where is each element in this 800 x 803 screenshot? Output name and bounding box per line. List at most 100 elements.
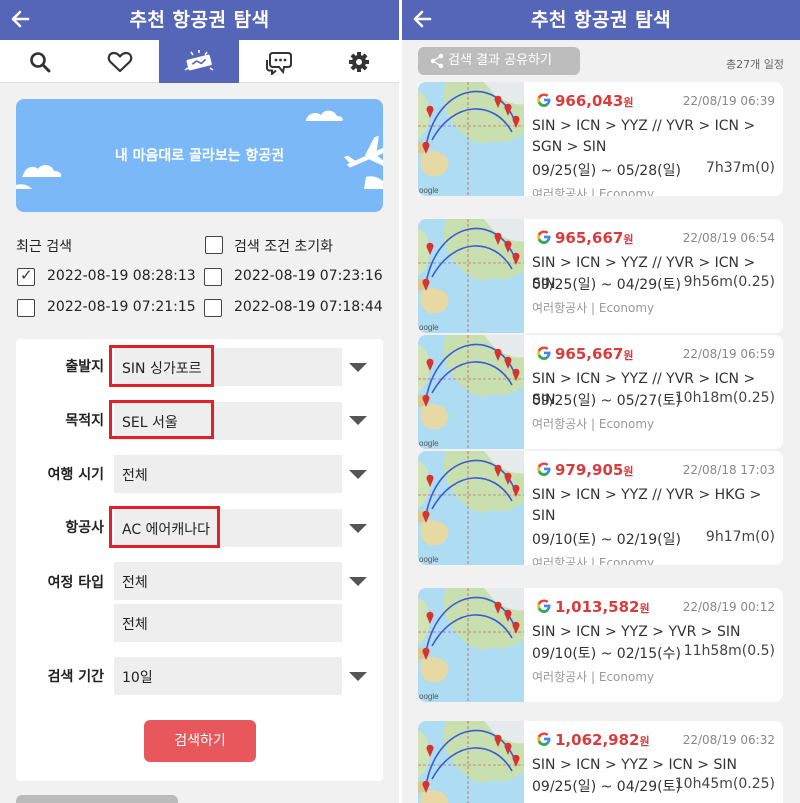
price-unit: 원	[623, 465, 634, 478]
svg-text:oogle: oogle	[419, 555, 439, 564]
google-icon	[536, 345, 552, 365]
total-count: 총27개 일정	[726, 58, 784, 71]
chevron-down-icon[interactable]	[349, 416, 367, 425]
highlight-box	[109, 345, 214, 387]
recent-checkbox-3[interactable]	[17, 299, 35, 317]
trip-type-select[interactable]: 전체	[114, 562, 342, 600]
flight-duration: 7h37m(0)	[705, 160, 775, 176]
recent-checkbox-4[interactable]	[204, 299, 222, 317]
result-card[interactable]: oogle 979,905원 22/08/18 17:03 SIN > ICN > …	[418, 451, 783, 565]
travel-period: 09/25(일) ~ 04/29(토)	[532, 779, 681, 795]
result-card[interactable]: oogle 965,667원 22/08/19 06:54 SIN > ICN > …	[418, 219, 783, 333]
price-unit: 원	[639, 735, 650, 748]
google-icon	[536, 731, 552, 751]
reset-label: 검색 조건 초기화	[234, 239, 334, 255]
result-card[interactable]: oogle 1,013,582원 22/08/19 00:12 SIN > ICN …	[418, 588, 783, 702]
travel-time-select[interactable]: 전체	[114, 455, 342, 493]
tab-favorites[interactable]	[80, 40, 160, 83]
header-bar: 추천 항공권 탐색	[0, 0, 399, 40]
destination-label: 목적지	[65, 413, 104, 429]
price-value: 965,667	[555, 345, 624, 363]
flight-duration: 10h18m(0.25)	[674, 390, 775, 406]
price: 966,043원	[555, 92, 633, 110]
price: 1,062,982원	[555, 731, 650, 749]
promo-banner[interactable]: 내 마음대로 골라보는 항공권	[16, 99, 383, 212]
price-value: 966,043	[555, 92, 624, 110]
tab-search[interactable]	[0, 40, 80, 83]
results-panel: 추천 항공권 탐색 검색 결과 공유하기 총27개 일정 oogle 966,0…	[402, 0, 800, 803]
price: 965,667원	[555, 229, 633, 247]
header-bar: 추천 항공권 탐색	[402, 0, 800, 40]
route-text: SIN > ICN > YYZ // YVR > HKG > SIN	[532, 487, 762, 524]
recent-item-label[interactable]: 2022-08-19 07:18:44	[234, 299, 383, 315]
price-unit: 원	[623, 233, 634, 246]
search-period-select[interactable]: 10일	[114, 657, 342, 695]
check-icon: ✓	[20, 266, 33, 284]
page-title: 추천 항공권 탐색	[530, 9, 672, 31]
travel-time-value: 전체	[122, 468, 148, 484]
price-value: 1,013,582	[555, 598, 640, 616]
recent-item-label[interactable]: 2022-08-19 07:23:16	[234, 268, 383, 284]
tab-recommend[interactable]	[159, 40, 239, 83]
trip-type-label: 여정 타입	[47, 575, 104, 591]
chevron-down-icon[interactable]	[349, 672, 367, 681]
chevron-down-icon[interactable]	[349, 577, 367, 586]
flight-duration: 11h58m(0.5)	[683, 643, 775, 659]
travel-period: 09/25(일) ~ 05/27(토)	[532, 393, 681, 409]
route-text: SIN > ICN > YYZ // YVR > ICN > SGN > SIN	[532, 118, 756, 155]
tab-settings[interactable]	[319, 40, 399, 83]
result-card[interactable]: oogle 966,043원 22/08/19 06:39 SIN > ICN > …	[418, 82, 783, 196]
tab-bar	[0, 40, 399, 83]
result-card[interactable]: oogle 965,667원 22/08/19 06:59 SIN > ICN > …	[418, 335, 783, 449]
airline-class: 여러항공사 | Economy	[532, 556, 655, 565]
search-button[interactable]: 검색하기	[144, 720, 256, 762]
travel-period: 09/10(토) ~ 02/15(수)	[532, 646, 681, 662]
route-map-thumbnail: oogle	[418, 721, 524, 803]
chevron-down-icon[interactable]	[349, 470, 367, 479]
recent-checkbox-1[interactable]: ✓	[17, 266, 35, 286]
price: 1,013,582원	[555, 598, 650, 616]
price-unit: 원	[623, 349, 634, 362]
route-map-thumbnail: oogle	[418, 588, 524, 702]
tab-chat[interactable]	[239, 40, 319, 83]
recent-checkbox-2[interactable]	[204, 268, 222, 286]
reset-checkbox[interactable]	[205, 236, 223, 254]
travel-time-label: 여행 시기	[47, 467, 104, 483]
google-icon	[536, 229, 552, 249]
search-timestamp: 22/08/19 06:59	[682, 347, 775, 361]
svg-text:oogle: oogle	[419, 323, 439, 332]
search-form: 출발지 SIN 싱가포르 목적지 SEL 서울 여행 시기 전체 항공사 AC …	[16, 339, 383, 781]
trip-type-field-2[interactable]: 전체	[114, 604, 342, 642]
price: 979,905원	[555, 461, 633, 479]
chevron-down-icon[interactable]	[349, 363, 367, 372]
highlight-box	[109, 506, 220, 548]
airline-class: 여러항공사 | Economy	[532, 417, 655, 431]
route-text: SIN > ICN > YYZ > YVR > SIN	[532, 624, 741, 640]
flight-duration: 9h17m(0)	[705, 529, 775, 545]
share-label: 검색 결과 공유하기	[448, 53, 552, 68]
chat-icon	[266, 51, 292, 75]
svg-text:oogle: oogle	[419, 439, 439, 448]
google-icon	[536, 598, 552, 618]
svg-text:oogle: oogle	[419, 186, 439, 195]
search-timestamp: 22/08/19 00:12	[682, 600, 775, 614]
travel-period: 09/10(토) ~ 02/19(일)	[532, 532, 681, 548]
airline-class: 여러항공사 | Economy	[532, 301, 655, 315]
chevron-down-icon[interactable]	[349, 524, 367, 533]
gear-icon	[349, 51, 369, 72]
travel-period: 09/25(일) ~ 04/29(토)	[532, 277, 681, 293]
google-icon	[536, 461, 552, 481]
route-map-thumbnail: oogle	[418, 219, 524, 333]
share-icon	[430, 53, 444, 69]
route-map-thumbnail: oogle	[418, 451, 524, 565]
highlight-box	[109, 400, 214, 439]
route-text: SIN > ICN > YYZ > ICN > SIN	[532, 757, 737, 773]
bottom-button-partial[interactable]	[16, 795, 178, 803]
heart-icon	[107, 51, 133, 72]
search-period-value: 10일	[122, 670, 153, 686]
trip-type-value: 전체	[122, 575, 148, 591]
recent-item-label[interactable]: 2022-08-19 08:28:13	[47, 268, 196, 284]
share-results-button[interactable]: 검색 결과 공유하기	[418, 47, 580, 75]
recent-item-label[interactable]: 2022-08-19 07:21:15	[47, 299, 196, 315]
result-card[interactable]: oogle 1,062,982원 22/08/19 06:32 SIN > ICN …	[418, 721, 783, 803]
